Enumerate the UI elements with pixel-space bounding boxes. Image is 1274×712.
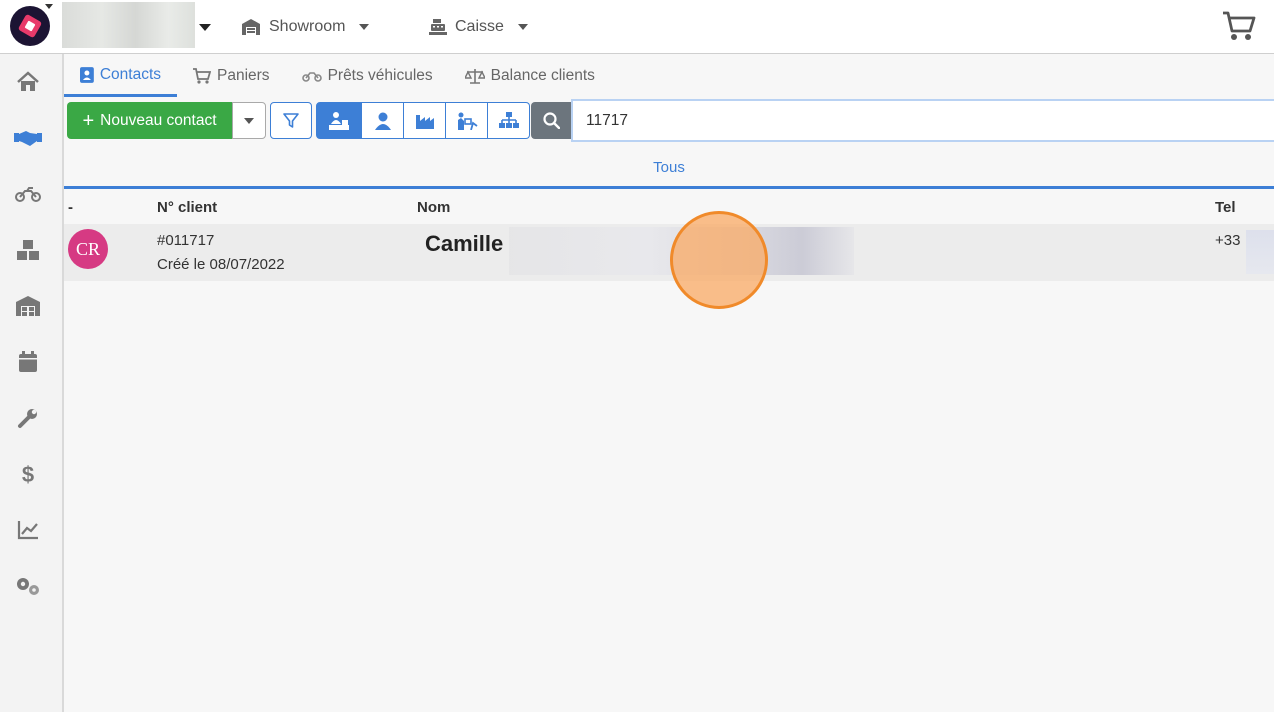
top-bar: Showroom Caisse — [0, 0, 1274, 54]
chevron-down-icon — [517, 24, 528, 30]
dollar-icon: $ — [22, 462, 34, 486]
filter-icon — [283, 112, 299, 128]
people-carry-icon — [457, 112, 478, 130]
calendar-icon — [19, 351, 37, 372]
column-header-client-no[interactable]: N° client — [157, 199, 217, 216]
sidebar-item-home[interactable] — [12, 66, 44, 98]
filter-button[interactable] — [270, 102, 312, 139]
sidebar-item-finance[interactable]: $ — [12, 458, 44, 490]
column-header-name[interactable]: Nom — [417, 199, 450, 216]
chevron-down-icon — [359, 24, 370, 30]
industry-icon — [415, 114, 434, 129]
store-dropdown-caret-icon[interactable] — [199, 24, 211, 31]
tab-label: Prêts véhicules — [327, 67, 433, 84]
sidebar-item-vehicles[interactable] — [12, 178, 44, 210]
sidebar-item-warehouse[interactable] — [12, 290, 44, 322]
type-professional-button[interactable] — [446, 102, 488, 139]
contact-type-filter-group — [316, 102, 530, 139]
cart-icon[interactable] — [1222, 10, 1256, 42]
caisse-menu[interactable]: Caisse — [429, 16, 528, 38]
gears-icon — [17, 578, 39, 595]
handshake-icon — [14, 131, 42, 146]
column-header-dash: - — [68, 199, 73, 216]
sitemap-icon — [498, 111, 519, 128]
tab-balance-clients[interactable]: Balance clients — [449, 55, 611, 97]
svg-text:$: $ — [22, 462, 34, 486]
tab-paniers[interactable]: Paniers — [177, 55, 286, 97]
filter-underline — [64, 186, 1274, 189]
type-network-button[interactable] — [488, 102, 530, 139]
contact-name[interactable]: Camille — [425, 231, 503, 257]
boxes-icon — [17, 240, 39, 260]
contact-card-icon — [80, 66, 94, 83]
created-date: Créé le 08/07/2022 — [157, 256, 285, 273]
sidebar-item-calendar[interactable] — [12, 346, 44, 378]
app-logo[interactable] — [10, 6, 50, 46]
wrench-icon — [18, 409, 37, 428]
type-person-button[interactable] — [362, 102, 404, 139]
user-icon — [374, 112, 391, 130]
warehouse-icon — [16, 296, 40, 316]
avatar: CR — [68, 229, 108, 269]
search-button[interactable] — [531, 102, 572, 139]
contact-phone: +33 — [1215, 232, 1241, 249]
tab-contacts[interactable]: Contacts — [64, 55, 177, 97]
cash-register-icon — [429, 19, 447, 35]
client-number: #011717 — [157, 232, 215, 249]
sidebar-item-settings[interactable] — [12, 570, 44, 602]
tab-bar: Contacts Paniers Prêts véhicules Balance… — [64, 55, 1274, 97]
sidebar-item-contacts[interactable] — [12, 122, 44, 154]
tab-label: Contacts — [99, 65, 161, 83]
showroom-label: Showroom — [269, 18, 346, 35]
type-company-button[interactable] — [404, 102, 446, 139]
sidebar-item-workshop[interactable] — [12, 402, 44, 434]
filter-tab-all[interactable]: Tous — [64, 157, 1274, 179]
click-indicator — [670, 211, 768, 309]
showroom-menu[interactable]: Showroom — [241, 16, 370, 38]
tab-label: Paniers — [217, 67, 270, 84]
home-icon — [17, 71, 39, 91]
sidebar: $ — [0, 54, 64, 712]
all-contacts-icon — [329, 111, 349, 130]
logo-cube-icon — [17, 13, 43, 39]
warehouse-icon — [242, 19, 260, 35]
column-header-tel[interactable]: Tel — [1215, 199, 1236, 216]
new-contact-dropdown-button[interactable] — [232, 102, 266, 139]
chevron-down-icon — [244, 117, 254, 124]
plus-icon: + — [82, 109, 95, 132]
sidebar-item-stats[interactable] — [12, 514, 44, 546]
search-icon — [543, 112, 560, 129]
tab-prets-vehicules[interactable]: Prêts véhicules — [286, 55, 449, 97]
cart-icon — [193, 68, 211, 84]
new-contact-button[interactable]: + Nouveau contact — [67, 102, 232, 139]
new-contact-label: Nouveau contact — [100, 111, 217, 129]
tab-label: Balance clients — [490, 67, 595, 84]
motorcycle-icon — [301, 72, 322, 82]
store-name-redacted — [62, 2, 195, 48]
balance-scale-icon — [464, 69, 485, 84]
phone-redacted — [1246, 230, 1274, 274]
logo-caret-icon[interactable] — [45, 4, 53, 9]
caisse-label: Caisse — [455, 18, 504, 35]
chart-line-icon — [17, 521, 38, 540]
motorcycle-icon — [15, 187, 41, 202]
search-input[interactable] — [571, 99, 1274, 142]
sidebar-item-stock[interactable] — [12, 234, 44, 266]
type-all-button[interactable] — [316, 102, 362, 139]
